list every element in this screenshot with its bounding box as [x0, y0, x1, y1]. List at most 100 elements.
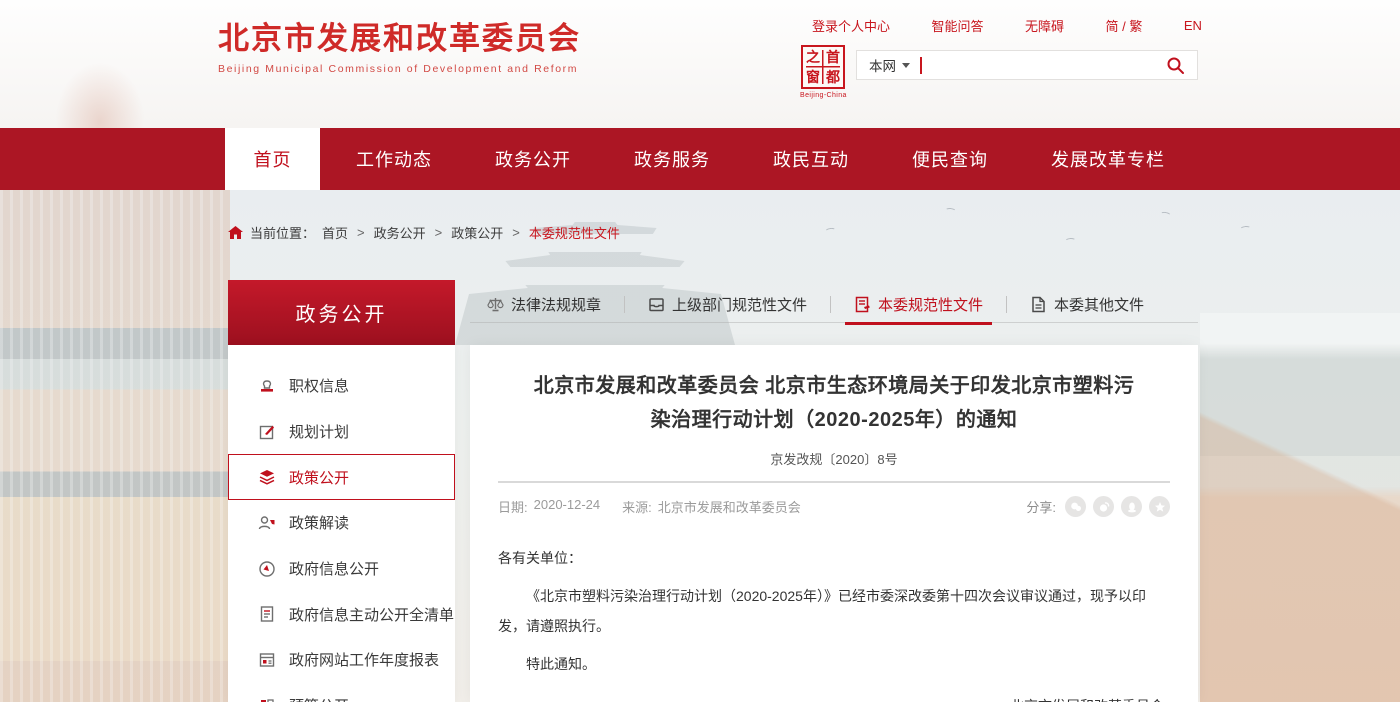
site-title: 北京市发展和改革委员会 [218, 22, 581, 56]
breadcrumb-separator: > [512, 225, 520, 240]
tab-commission-other-docs[interactable]: 本委其他文件 [1015, 286, 1159, 323]
search-icon[interactable] [1166, 56, 1185, 75]
breadcrumb-separator: > [435, 225, 443, 240]
sidebar-item-planning[interactable]: 规划计划 [228, 409, 455, 455]
breadcrumb-gov-disclosure[interactable]: 政务公开 [374, 223, 426, 242]
seal-char: 首 [823, 47, 843, 67]
search-scope-dropdown[interactable]: 本网 [869, 55, 910, 75]
site-header: 北京市发展和改革委员会 Beijing Municipal Commission… [0, 0, 1400, 128]
tab-label: 上级部门规范性文件 [672, 294, 807, 315]
doc-red-icon [854, 296, 871, 313]
sidebar-item-label: 政府信息主动公开全清单 [289, 604, 454, 625]
article-panel: 北京市发展和改革委员会 北京市生态环境局关于印发北京市塑料污染治理行动计划（20… [470, 345, 1198, 702]
nav-item-gov-disclosure[interactable]: 政务公开 [495, 146, 571, 172]
bird-mark [945, 207, 957, 214]
chevron-down-icon [902, 63, 910, 68]
nav-item-convenience-query[interactable]: 便民查询 [912, 146, 988, 172]
article-meta: 日期: 2020-12-24 来源: 北京市发展和改革委员会 分享: [498, 496, 1170, 517]
capital-window-seal[interactable]: 之 首 窗 都 Beijing-China [800, 45, 846, 99]
search-bar: 本网 [856, 50, 1198, 80]
sidebar-item-authority-info[interactable]: 职权信息 [228, 363, 455, 409]
breadcrumb-label: 当前位置： [250, 223, 315, 242]
nav-item-home[interactable]: 首页 [225, 128, 320, 190]
seal-char: 都 [823, 67, 843, 87]
document-number: 京发改规〔2020〕8号 [498, 449, 1170, 468]
nav-item-reform-special[interactable]: 发展改革专栏 [1051, 146, 1165, 172]
inbox-icon [648, 296, 665, 313]
sidebar-item-policy-interpretation[interactable]: 政策解读 [228, 500, 455, 546]
sidebar-item-label: 政策解读 [289, 512, 349, 533]
main-nav: 首页 工作动态 政务公开 政务服务 政民互动 便民查询 发展改革专栏 [0, 128, 1400, 190]
search-scope-label: 本网 [869, 55, 896, 75]
wechat-share-icon[interactable] [1065, 496, 1086, 517]
seal-caption: Beijing-China [800, 92, 846, 99]
layers-icon [258, 468, 276, 486]
sidebar-item-budget-disclosure[interactable]: 预算公开 [228, 683, 455, 702]
login-link[interactable]: 登录个人中心 [812, 16, 890, 35]
sidebar-header: 政务公开 [228, 280, 455, 345]
compass-icon [258, 560, 276, 578]
sidebar-item-label: 政策公开 [289, 467, 349, 488]
tab-divider [830, 296, 831, 313]
article-title: 北京市发展和改革委员会 北京市生态环境局关于印发北京市塑料污染治理行动计划（20… [498, 369, 1170, 437]
accessibility-link[interactable]: 无障碍 [1025, 16, 1064, 35]
nav-item-work-news[interactable]: 工作动态 [356, 146, 432, 172]
paragraph: 《北京市塑料污染治理行动计划（2020-2025年）》已经市委深改委第十四次会议… [498, 581, 1170, 641]
tab-superior-normative-docs[interactable]: 上级部门规范性文件 [633, 286, 822, 323]
breadcrumb-policy-disclosure[interactable]: 政策公开 [451, 223, 503, 242]
sidebar-item-label: 预算公开 [289, 695, 349, 702]
sidebar-item-label: 政府信息公开 [289, 558, 379, 579]
tab-commission-normative-docs[interactable]: 本委规范性文件 [839, 286, 998, 323]
page: 北京市发展和改革委员会 Beijing Municipal Commission… [0, 0, 1400, 702]
bird-mark [1160, 211, 1172, 219]
grid-icon [258, 697, 276, 702]
sidebar-menu: 职权信息 规划计划 政策公开 政策解读 政府信息公开 [228, 345, 455, 702]
doc-icon [1030, 296, 1047, 313]
sidebar-item-label: 政府网站工作年度报表 [289, 649, 439, 670]
bird-mark [825, 227, 837, 234]
nav-item-public-interaction[interactable]: 政民互动 [773, 146, 849, 172]
breadcrumb-separator: > [357, 225, 365, 240]
right-rooftop-image [1200, 190, 1400, 702]
article-body: 各有关单位： 《北京市塑料污染治理行动计划（2020-2025年）》已经市委深改… [498, 543, 1170, 702]
breadcrumb-home[interactable]: 首页 [322, 223, 348, 242]
sidebar-item-policy-disclosure[interactable]: 政策公开 [228, 454, 455, 500]
salutation: 各有关单位： [498, 543, 1170, 573]
site-subtitle: Beijing Municipal Commission of Developm… [218, 63, 581, 75]
source-label: 来源: [622, 497, 652, 516]
sidebar-item-proactive-disclosure-list[interactable]: 政府信息主动公开全清单 [228, 591, 455, 637]
weibo-share-icon[interactable] [1093, 496, 1114, 517]
bird-mark [1240, 225, 1252, 232]
share-label: 分享: [1026, 497, 1056, 516]
header-ornament [55, 62, 145, 128]
tab-laws-regulations[interactable]: 法律法规规章 [470, 286, 616, 323]
breadcrumb: 当前位置： 首页 > 政务公开 > 政策公开 > 本委规范性文件 [228, 223, 620, 242]
breadcrumb-current: 本委规范性文件 [529, 223, 620, 242]
left-rooftop-image [0, 190, 230, 702]
star-share-icon[interactable] [1149, 496, 1170, 517]
stamp-icon [258, 377, 276, 395]
nav-item-gov-services[interactable]: 政务服务 [634, 146, 710, 172]
content-tabs: 法律法规规章 上级部门规范性文件 本委规范性文件 本委其他文件 [470, 286, 1198, 323]
signature: 北京市发展和改革委员会 [498, 691, 1170, 702]
tab-divider [1006, 296, 1007, 313]
qq-share-icon[interactable] [1121, 496, 1142, 517]
seal-icon: 之 首 窗 都 [801, 45, 845, 89]
seal-char: 窗 [803, 67, 823, 87]
search-input[interactable] [922, 51, 1167, 79]
simplified-traditional-link[interactable]: 简 / 繁 [1106, 16, 1143, 35]
seal-char: 之 [803, 47, 823, 67]
report-icon [258, 651, 276, 669]
sidebar-item-website-annual-report[interactable]: 政府网站工作年度报表 [228, 637, 455, 683]
smart-qa-link[interactable]: 智能问答 [932, 16, 984, 35]
bird-mark [1065, 238, 1076, 245]
tab-label: 本委规范性文件 [878, 294, 983, 315]
home-icon [228, 226, 243, 240]
tab-divider [624, 296, 625, 313]
tab-label: 本委其他文件 [1054, 294, 1144, 315]
date-value: 2020-12-24 [534, 497, 601, 516]
site-logo[interactable]: 北京市发展和改革委员会 Beijing Municipal Commission… [218, 22, 581, 75]
english-link[interactable]: EN [1184, 18, 1202, 33]
pen-square-icon [258, 423, 276, 441]
sidebar-item-gov-info-disclosure[interactable]: 政府信息公开 [228, 546, 455, 592]
